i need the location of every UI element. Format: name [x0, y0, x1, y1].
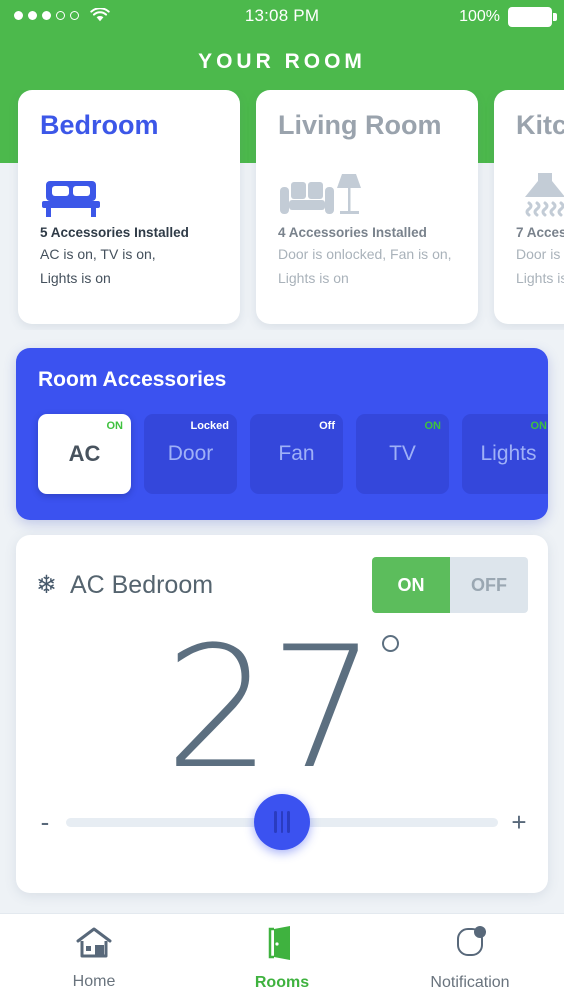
grip-line-icon	[274, 811, 277, 833]
accessory-label: TV	[389, 442, 416, 465]
door-icon	[265, 925, 299, 966]
device-detail-card: ❄ AC Bedroom ON OFF 27 - +	[16, 535, 548, 893]
accessory-label: Door	[167, 442, 214, 465]
accessory-state-label: ON	[106, 420, 124, 432]
snowflake-icon: ❄	[36, 570, 57, 599]
room-status-line-1: Door is onlocked,	[516, 246, 564, 262]
toggle-off-button[interactable]: OFF	[450, 557, 528, 613]
accessory-state-label: ON	[424, 420, 442, 432]
room-card-bedroom[interactable]: Bedroom 5 Accessories Installed AC is on…	[18, 90, 240, 324]
room-card-living-room[interactable]: Living Room 4 Accessories Installed Door…	[256, 90, 478, 324]
toggle-on-button[interactable]: ON	[372, 557, 450, 613]
accessory-label: AC	[68, 441, 101, 466]
accessory-state-label: ON	[530, 420, 548, 432]
tab-label-rooms: Rooms	[254, 974, 310, 991]
grip-line-icon	[287, 811, 290, 833]
accessory-state-label: Off	[319, 420, 335, 432]
accessory-chip-tv[interactable]: ON TV	[356, 414, 449, 494]
temperature-slider[interactable]: - +	[36, 794, 528, 850]
page-title: YOUR ROOM	[198, 50, 366, 73]
degree-symbol-icon	[382, 635, 400, 652]
room-status-line-2: Lights is on	[278, 269, 349, 286]
slider-track[interactable]	[66, 794, 498, 850]
accessory-label: Lights	[480, 442, 537, 465]
status-bar: 13:08 PM 100%	[0, 0, 564, 34]
temperature-display: 27	[36, 613, 528, 803]
room-status-line-1: AC is on, TV is on,	[40, 246, 156, 262]
bottom-tab-bar: Home Rooms Notification	[0, 913, 564, 1003]
bed-icon	[40, 157, 220, 219]
room-status-line-2: Lights is on	[40, 269, 111, 286]
slider-thumb[interactable]	[254, 794, 310, 850]
accessory-chip-fan[interactable]: Off Fan	[250, 414, 343, 494]
room-name: Bedroom	[40, 110, 159, 140]
tab-label-notification: Notification	[430, 974, 510, 991]
room-name: Kitchen	[516, 110, 564, 140]
tab-home[interactable]: Home	[0, 914, 188, 1003]
accessory-chip-ac[interactable]: ON AC	[38, 414, 131, 494]
sofa-lamp-icon	[278, 157, 458, 219]
increase-temperature-button[interactable]: +	[510, 809, 528, 835]
room-accessory-count: 4 Accessories Installed	[278, 225, 427, 240]
room-accessories-title: Room Accessories	[38, 368, 227, 391]
accessory-chip-lights[interactable]: ON Lights	[462, 414, 548, 494]
notification-bell-icon	[452, 925, 488, 966]
tab-rooms[interactable]: Rooms	[188, 914, 376, 1003]
accessory-state-label: Locked	[190, 420, 229, 432]
range-hood-icon	[516, 157, 564, 219]
room-card-kitchen[interactable]: Kitchen 7 Accessories Installed Door is …	[494, 90, 564, 324]
app-screen: 13:08 PM 100% YOUR ROOM Bedroom 5 Access…	[0, 0, 564, 1003]
accessory-label: Fan	[278, 442, 315, 465]
room-status-line-2: Lights is on	[516, 269, 564, 286]
power-toggle[interactable]: ON OFF	[372, 557, 528, 613]
room-name: Living Room	[278, 110, 442, 140]
house-icon	[74, 926, 114, 965]
room-accessory-count: 5 Accessories Installed	[40, 225, 189, 240]
temperature-value: 27	[164, 610, 377, 806]
tab-label-home: Home	[72, 973, 116, 990]
battery-full-icon	[508, 7, 557, 27]
room-accessory-count: 7 Accessories Installed	[516, 225, 564, 240]
battery-percent-label: 100%	[459, 8, 500, 25]
room-accessories-panel: Room Accessories ON AC Locked Door Off F…	[16, 348, 548, 520]
grip-line-icon	[280, 811, 284, 833]
device-title: ❄ AC Bedroom	[36, 571, 213, 600]
decrease-temperature-button[interactable]: -	[36, 809, 54, 835]
device-header: ❄ AC Bedroom ON OFF	[36, 557, 528, 613]
room-status-line-1: Door is onlocked, Fan is on,	[278, 246, 452, 262]
device-name: AC Bedroom	[69, 570, 214, 599]
accessory-chip-door[interactable]: Locked Door	[144, 414, 237, 494]
status-bar-right: 100%	[459, 7, 557, 27]
accessory-chip-list[interactable]: ON AC Locked Door Off Fan ON TV ON Light…	[38, 414, 548, 494]
rooms-carousel[interactable]: Bedroom 5 Accessories Installed AC is on…	[0, 90, 564, 330]
tab-notification[interactable]: Notification	[376, 914, 564, 1003]
